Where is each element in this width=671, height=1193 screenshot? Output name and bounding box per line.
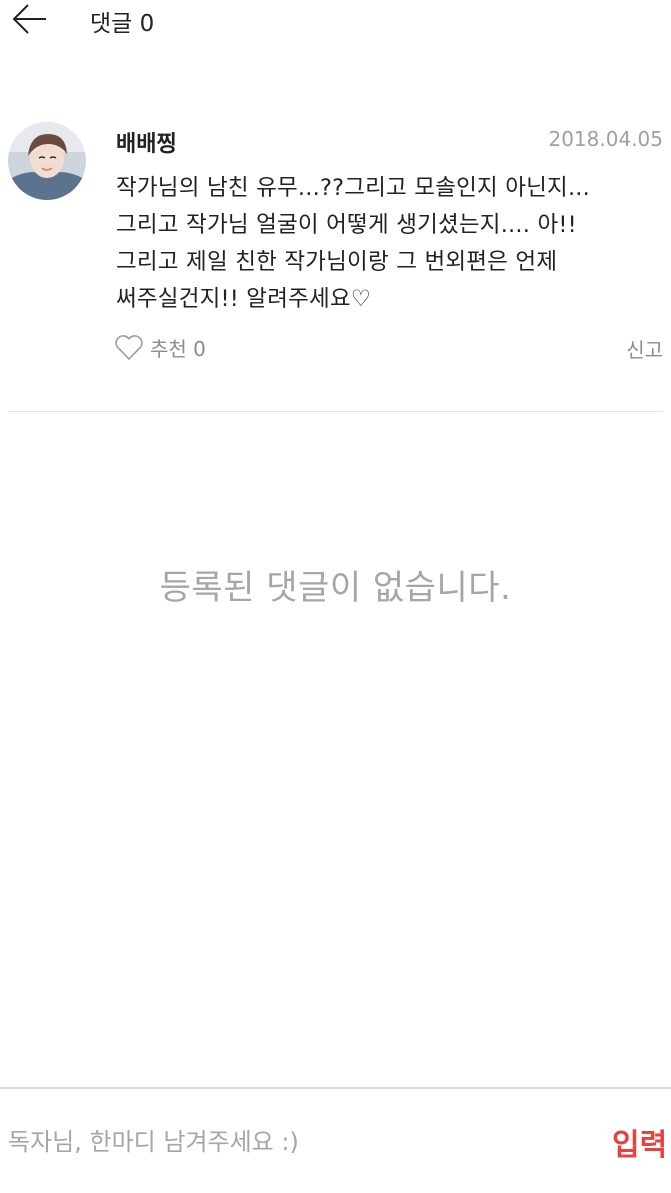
comment-line: 그리고 작가님 얼굴이 어떻게 생기셨는지.... 아!! (116, 212, 577, 238)
comment-date: 2018.04.05 (548, 127, 663, 151)
avatar-image (8, 122, 86, 200)
comment-input[interactable] (8, 1120, 588, 1164)
page-title: 댓글 0 (90, 11, 155, 37)
comment-line: 그리고 제일 친한 작가님이랑 그 번외편은 언제 (116, 249, 558, 275)
report-button[interactable]: 신고 (626, 334, 663, 363)
divider (8, 411, 663, 412)
comment-body: 작가님의 남친 유무...??그리고 모솔인지 아닌지... 그리고 작가님 얼… (116, 170, 664, 318)
comment-line: 작가님의 남친 유무...??그리고 모솔인지 아닌지... (116, 175, 591, 201)
user-avatar[interactable] (8, 122, 86, 200)
like-count: 추천 0 (150, 336, 206, 361)
empty-comments-message: 등록된 댓글이 없습니다. (159, 568, 512, 608)
heart-outline-icon (115, 335, 143, 360)
back-button[interactable] (10, 2, 50, 36)
comment-author[interactable]: 배배찡 (116, 126, 177, 158)
submit-button[interactable]: 입력 (612, 1120, 667, 1164)
comment-line: 써주실건지!! 알려주세요♡ (116, 286, 372, 312)
footer-divider (0, 1087, 671, 1089)
arrow-left-icon (12, 4, 46, 34)
like-button[interactable]: 추천 0 (114, 331, 206, 363)
top-bar: 댓글 0 (0, 0, 671, 40)
